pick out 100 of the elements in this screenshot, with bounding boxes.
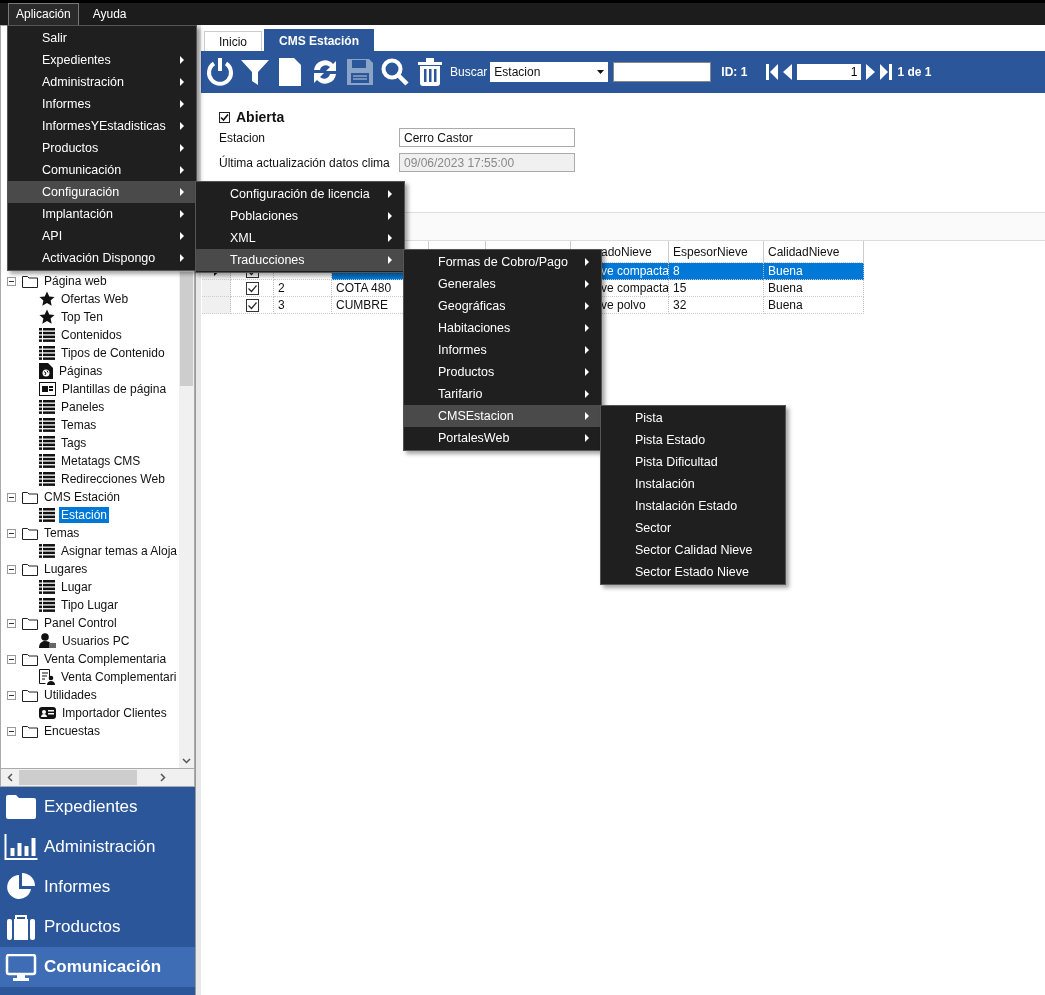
menu-item[interactable]: Habitaciones <box>404 317 601 339</box>
search-input[interactable] <box>613 62 712 82</box>
tree-item[interactable]: Lugar <box>59 579 94 595</box>
scroll-right-icon[interactable] <box>160 773 166 782</box>
menu-item[interactable]: Configuración <box>8 181 196 203</box>
filter-icon[interactable] <box>240 57 270 87</box>
menu-bar-item[interactable]: Aplicación <box>8 3 79 25</box>
tree-item[interactable]: Panel Control <box>42 615 119 631</box>
menu-item[interactable]: Configuración de licencia <box>196 183 404 205</box>
menu-item[interactable]: XML <box>196 227 404 249</box>
menu-item[interactable]: Tarifario <box>404 383 601 405</box>
tree-item[interactable]: Temas <box>59 417 99 433</box>
search-icon[interactable] <box>380 57 410 87</box>
tree-item[interactable]: Contenidos <box>59 327 124 343</box>
collapse-icon[interactable] <box>7 564 16 574</box>
tree-item[interactable]: Metatags CMS <box>59 453 143 469</box>
collapse-icon[interactable] <box>7 492 16 502</box>
column-header[interactable]: adoNieve <box>601 244 652 259</box>
last-record-icon[interactable] <box>880 64 893 80</box>
template-icon <box>39 382 56 396</box>
menu-item[interactable]: InformesYEstadisticas <box>8 115 196 137</box>
tree-item[interactable]: Importador Clientes <box>60 705 169 721</box>
tree-item[interactable]: Tags <box>59 435 89 451</box>
collapse-icon[interactable] <box>7 690 16 700</box>
tree-item[interactable]: Venta Complementari <box>59 669 179 685</box>
collapse-icon[interactable] <box>7 654 16 664</box>
horizontal-scrollbar[interactable] <box>0 768 195 787</box>
tree-item[interactable]: Página web <box>42 273 109 289</box>
search-field-dropdown[interactable]: Estacion <box>490 62 609 82</box>
menu-item[interactable]: Traducciones <box>196 249 404 271</box>
column-header[interactable]: CalidadNieve <box>768 244 840 259</box>
page-field[interactable]: 1 <box>797 64 862 80</box>
menu-item[interactable]: Administración <box>8 71 196 93</box>
checkbox[interactable] <box>245 298 259 312</box>
first-record-icon[interactable] <box>766 64 779 80</box>
scrollbar-thumb[interactable] <box>180 272 193 386</box>
tree-item[interactable]: Top Ten <box>59 309 105 325</box>
menu-item[interactable]: Activación Dispongo <box>8 247 196 269</box>
menu-item[interactable]: Instalación Estado <box>601 495 785 517</box>
menu-item[interactable]: Sector <box>601 517 785 539</box>
menu-item[interactable]: Informes <box>8 93 196 115</box>
menu-item[interactable]: Salir <box>8 27 196 49</box>
monitor-icon <box>3 953 39 981</box>
collapse-icon[interactable] <box>7 618 16 628</box>
column-header[interactable]: EspesorNieve <box>673 244 748 259</box>
menu-item[interactable]: Pista Dificultad <box>601 451 785 473</box>
scroll-left-icon[interactable] <box>7 773 13 782</box>
checkbox[interactable] <box>245 281 259 295</box>
menu-item[interactable]: CMSEstacion <box>404 405 601 427</box>
text-field[interactable]: Cerro Castor <box>399 128 575 147</box>
tree-item[interactable]: Utilidades <box>42 687 99 703</box>
menu-item[interactable]: Sector Estado Nieve <box>601 561 785 583</box>
tree-item[interactable]: Venta Complementaria <box>42 651 169 667</box>
menu-item[interactable]: Expedientes <box>8 49 196 71</box>
tree-item[interactable]: Estación <box>59 507 110 523</box>
tree-item[interactable]: Ofertas Web <box>59 291 131 307</box>
menu-item[interactable]: Instalación <box>601 473 785 495</box>
folder-icon <box>22 526 38 540</box>
menu-bar-item[interactable]: Ayuda <box>84 3 135 25</box>
tree-item[interactable]: Tipos de Contenido <box>59 345 167 361</box>
tree-item[interactable]: CMS Estación <box>42 489 123 505</box>
tab[interactable]: CMS Estación <box>264 29 375 51</box>
trash-icon[interactable] <box>415 57 445 87</box>
tree-item[interactable]: Plantillas de página <box>60 381 169 397</box>
checkbox[interactable] <box>219 111 230 123</box>
tree-item[interactable]: Redirecciones Web <box>59 471 167 487</box>
menu-item[interactable]: Comunicación <box>8 159 196 181</box>
tree-item[interactable]: Paneles <box>59 399 107 415</box>
list-icon <box>39 472 55 486</box>
nav-item[interactable]: Comunicación <box>0 947 195 987</box>
power-icon[interactable] <box>205 57 235 87</box>
menu-item[interactable]: API <box>8 225 196 247</box>
menu-item[interactable]: Poblaciones <box>196 205 404 227</box>
nav-item[interactable]: Administración <box>0 827 195 867</box>
nav-item[interactable]: Productos <box>0 907 195 947</box>
scroll-down-icon[interactable] <box>182 758 191 764</box>
collapse-icon[interactable] <box>7 726 16 736</box>
folder-icon <box>22 490 38 504</box>
menu-item[interactable]: PortalesWeb <box>404 427 601 449</box>
menu-item[interactable]: Implantación <box>8 203 196 225</box>
menu-item[interactable]: Productos <box>404 361 601 383</box>
menu-item[interactable]: Pista Estado <box>601 429 785 451</box>
tree-item[interactable]: Temas <box>42 525 82 541</box>
tree-item[interactable]: Páginas <box>57 363 105 379</box>
tree-item[interactable]: Usuarios PC <box>60 633 132 649</box>
tree-item[interactable]: Lugares <box>42 561 90 577</box>
previous-record-icon[interactable] <box>783 64 793 80</box>
tree-item[interactable]: Asignar temas a Aloja <box>58 543 179 559</box>
menu-item[interactable]: Formas de Cobro/Pago <box>404 251 601 273</box>
menu-item[interactable]: Productos <box>8 137 196 159</box>
menu-item[interactable]: Pista <box>601 407 785 429</box>
tree-item[interactable]: Tipo Lugar <box>59 597 120 613</box>
collapse-icon[interactable] <box>7 528 16 538</box>
menu-item[interactable]: Sector Calidad Nieve <box>601 539 785 561</box>
menu-item[interactable]: Informes <box>404 339 601 361</box>
collapse-icon[interactable] <box>7 276 16 286</box>
nav-item[interactable]: Informes <box>0 867 195 907</box>
tree-item[interactable]: Encuestas <box>42 723 103 739</box>
next-record-icon[interactable] <box>866 64 876 80</box>
nav-item[interactable]: Expedientes <box>0 787 195 827</box>
